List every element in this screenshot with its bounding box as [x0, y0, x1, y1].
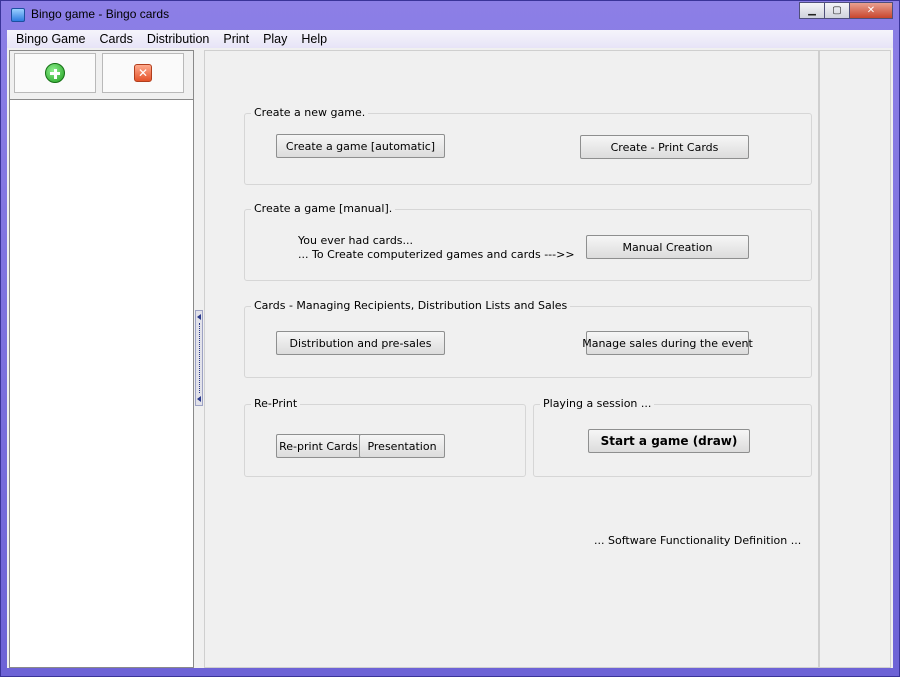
app-icon [11, 8, 25, 22]
plus-circle-icon [45, 63, 65, 83]
group-reprint-label: Re-Print [251, 397, 301, 410]
delete-x-icon: ✕ [134, 64, 152, 82]
minimize-button[interactable]: ▁ [799, 2, 825, 19]
window-title: Bingo game - Bingo cards [31, 7, 170, 21]
menu-cards[interactable]: Cards [92, 30, 139, 48]
group-session: Playing a session ... Start a game (draw… [533, 397, 812, 477]
splitter-handle[interactable] [195, 310, 203, 406]
menu-bingo-game[interactable]: Bingo Game [7, 30, 92, 48]
collapse-left-arrow-icon [197, 396, 201, 402]
reprint-cards-button[interactable]: Re-print Cards [276, 434, 361, 458]
game-list[interactable] [10, 99, 193, 667]
distribution-presales-button[interactable]: Distribution and pre-sales [276, 331, 445, 355]
splitter-grip [198, 323, 200, 393]
group-cards-label: Cards - Managing Recipients, Distributio… [251, 299, 571, 312]
manual-info-line-1: You ever had cards... [298, 234, 414, 247]
group-session-label: Playing a session ... [540, 397, 655, 410]
group-reprint: Re-Print Re-print Cards Presentation [244, 397, 526, 477]
client-area: ✕ Create a new game. Create a game [auto… [7, 48, 893, 668]
group-cards: Cards - Managing Recipients, Distributio… [244, 299, 812, 378]
menu-help[interactable]: Help [294, 30, 334, 48]
create-print-cards-button[interactable]: Create - Print Cards [580, 135, 749, 159]
collapse-left-arrow-icon [197, 314, 201, 320]
title-bar[interactable]: Bingo game - Bingo cards ▁ ▢ ✕ [1, 1, 899, 29]
left-panel: ✕ [9, 50, 194, 668]
close-button[interactable]: ✕ [849, 2, 893, 19]
footer-functionality-text: ... Software Functionality Definition ..… [594, 534, 802, 547]
start-game-button[interactable]: Start a game (draw) [588, 429, 750, 453]
right-panel [819, 50, 891, 668]
maximize-button[interactable]: ▢ [824, 2, 850, 19]
group-manual-label: Create a game [manual]. [251, 202, 396, 215]
manual-info-line-2: ... To Create computerized games and car… [298, 248, 575, 261]
app-window: Bingo game - Bingo cards ▁ ▢ ✕ Bingo Gam… [0, 0, 900, 677]
window-controls: ▁ ▢ ✕ [799, 2, 893, 20]
main-panel: Create a new game. Create a game [automa… [204, 50, 819, 668]
add-button[interactable] [14, 53, 96, 93]
menu-play[interactable]: Play [256, 30, 294, 48]
menu-print[interactable]: Print [216, 30, 256, 48]
group-new-game: Create a new game. Create a game [automa… [244, 106, 812, 185]
menu-bar: Bingo Game Cards Distribution Print Play… [7, 30, 893, 48]
group-manual: Create a game [manual]. You ever had car… [244, 202, 812, 281]
menu-distribution[interactable]: Distribution [140, 30, 217, 48]
manage-sales-button[interactable]: Manage sales during the event [582, 331, 753, 355]
create-game-automatic-button[interactable]: Create a game [automatic] [276, 134, 445, 158]
presentation-button[interactable]: Presentation [359, 434, 445, 458]
delete-button[interactable]: ✕ [102, 53, 184, 93]
group-new-game-label: Create a new game. [251, 106, 369, 119]
manual-creation-button[interactable]: Manual Creation [586, 235, 749, 259]
